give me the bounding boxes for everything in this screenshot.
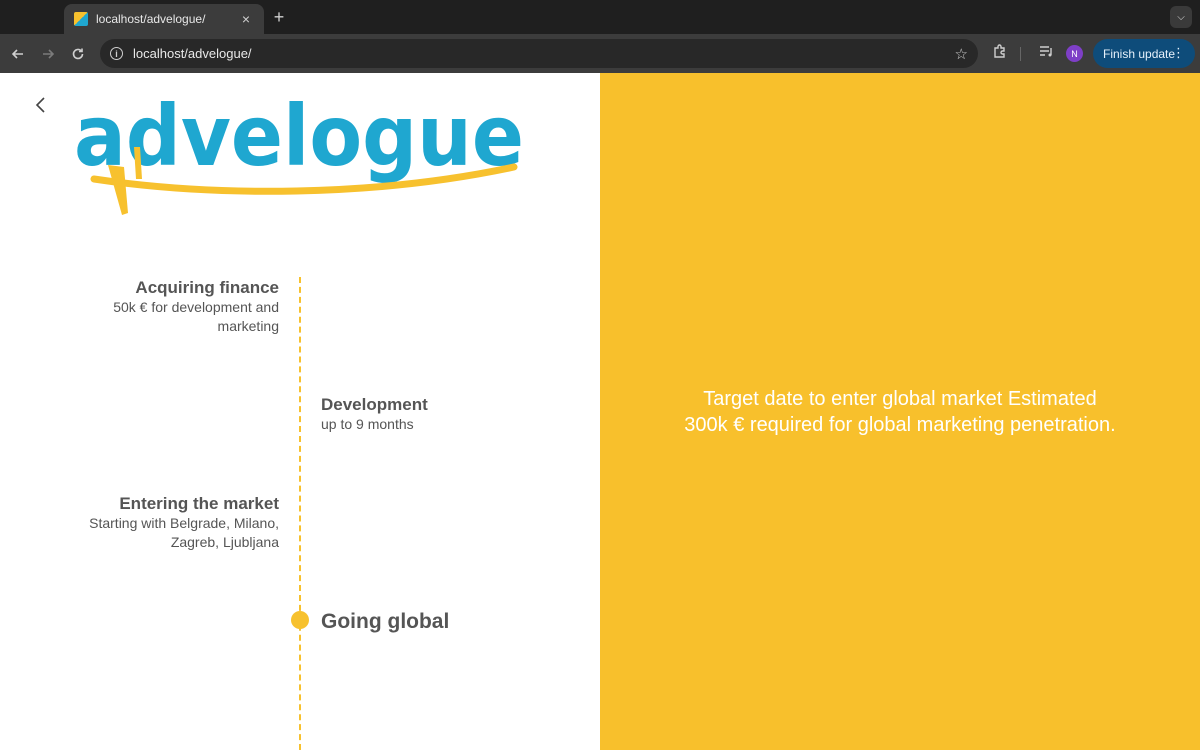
browser-tab-bar: localhost/advelogue/ × + ⌵ — [0, 0, 1200, 34]
finish-update-label: Finish update — [1103, 46, 1176, 61]
timeline-item-description: marketing — [217, 318, 279, 334]
back-button[interactable] — [3, 39, 33, 69]
arrow-right-icon — [43, 48, 55, 59]
address-bar[interactable]: i localhost/advelogue/ ☆ — [100, 39, 978, 68]
timeline-item-title: Entering the market — [119, 494, 279, 513]
new-tab-button[interactable]: + — [270, 6, 288, 28]
timeline-item-acquiring-finance: Acquiring finance 50k € for development … — [113, 278, 279, 336]
advelogue-logo: advelogue — [74, 87, 524, 215]
more-options-icon[interactable]: ⋮ — [1172, 45, 1185, 61]
page-content: advelogue Acquiring finance 50k € for de… — [0, 73, 1200, 750]
timeline-item-going-global[interactable]: Going global — [321, 610, 449, 634]
info-panel-line: 300k € required for global marketing pen… — [684, 413, 1116, 436]
chevron-left-icon[interactable] — [34, 95, 48, 115]
arrow-left-icon — [11, 48, 23, 59]
timeline-item-title: Development — [321, 395, 428, 414]
browser-tab[interactable]: localhost/advelogue/ × — [64, 4, 264, 34]
browser-toolbar: i localhost/advelogue/ ☆ N Finish update… — [0, 34, 1200, 73]
close-tab-icon[interactable]: × — [238, 11, 254, 27]
timeline-item-description: up to 9 months — [321, 416, 414, 432]
url-text[interactable]: localhost/advelogue/ — [133, 46, 955, 61]
info-panel: Target date to enter global market Estim… — [600, 73, 1200, 750]
timeline-item-description: Zagreb, Ljubljana — [170, 534, 279, 550]
logo-wordmark: advelogue — [74, 87, 524, 185]
timeline-item-title: Acquiring finance — [135, 278, 279, 297]
toolbar-divider — [1020, 47, 1021, 61]
timeline-item-description: Starting with Belgrade, Milano, — [89, 515, 279, 531]
favicon-icon — [74, 12, 88, 26]
info-panel-line: Target date to enter global market Estim… — [703, 387, 1097, 410]
timeline-item-title: Going global — [321, 610, 450, 633]
finish-update-button[interactable]: Finish update ⋮ — [1093, 39, 1195, 68]
site-info-icon[interactable]: i — [110, 47, 123, 60]
tab-search-chevron-icon[interactable]: ⌵ — [1170, 6, 1192, 28]
extensions-icon[interactable] — [990, 43, 1010, 63]
reload-button[interactable] — [63, 39, 93, 69]
bookmark-star-icon[interactable]: ☆ — [955, 45, 968, 63]
profile-avatar[interactable]: N — [1066, 45, 1083, 62]
reload-icon — [72, 48, 84, 59]
media-controls-icon[interactable] — [1036, 43, 1056, 63]
timeline-item-entering-market: Entering the market Starting with Belgra… — [89, 494, 279, 552]
info-panel-text: Target date to enter global market Estim… — [650, 386, 1150, 438]
tab-title: localhost/advelogue/ — [96, 12, 206, 26]
timeline-active-dot — [291, 611, 309, 629]
timeline-item-description: 50k € for development and — [113, 299, 279, 315]
timeline-line — [299, 277, 301, 750]
timeline-item-development: Development up to 9 months — [321, 395, 428, 434]
forward-button[interactable] — [33, 39, 63, 69]
